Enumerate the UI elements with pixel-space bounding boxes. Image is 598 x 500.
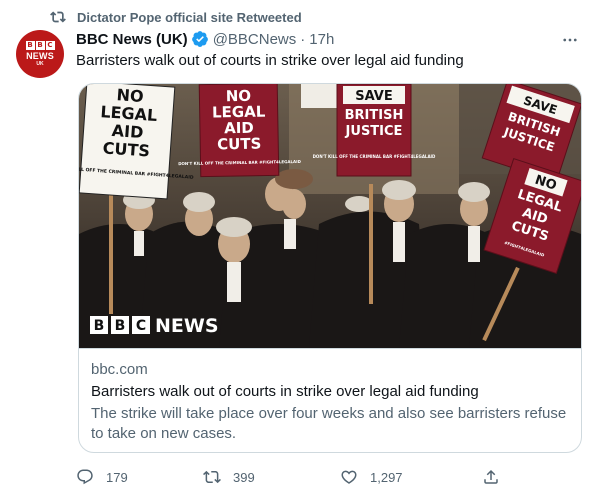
placard-text: CUTS — [217, 135, 262, 154]
avatar-letter: B — [35, 41, 45, 50]
retweet-icon — [203, 470, 221, 484]
watermark-letter: B — [94, 318, 105, 334]
bbc-logo: B B C — [25, 41, 55, 50]
tweet-actions: 179 399 1,297 — [76, 468, 510, 490]
share-button[interactable] — [482, 468, 500, 486]
avatar-news-label: NEWS — [26, 51, 54, 61]
avatar-letter: C — [45, 41, 55, 50]
card-domain: bbc.com — [91, 361, 148, 378]
placard-text: SAVE — [355, 89, 392, 104]
placard-text: JUSTICE — [345, 124, 403, 139]
reply-count: 179 — [106, 469, 128, 485]
tweet-text: Barristers walk out of courts in strike … — [76, 52, 464, 69]
separator-dot: · — [300, 30, 306, 48]
reply-button[interactable]: 179 — [76, 468, 128, 486]
more-icon — [563, 38, 577, 42]
retweet-button[interactable]: 399 — [203, 468, 255, 486]
card-image[interactable]: NO LEGAL AID CUTS DON'T KILL OFF THE CRI… — [79, 84, 581, 348]
avatar[interactable]: B B C NEWS UK — [16, 30, 64, 78]
watermark-letter: C — [136, 318, 146, 334]
placard-small-text: DON'T KILL OFF THE CRIMINAL BAR #FIGHT4L… — [313, 154, 436, 159]
placard-text: BRITISH — [345, 108, 404, 123]
like-button[interactable]: 1,297 — [340, 468, 403, 486]
link-card[interactable]: NO LEGAL AID CUTS DON'T KILL OFF THE CRI… — [78, 83, 582, 453]
card-description: The strike will take place over four wee… — [91, 405, 567, 442]
like-count: 1,297 — [370, 469, 403, 485]
verified-badge-icon — [191, 30, 209, 48]
tweet-header: BBC News (UK) @BBCNews · 17h — [76, 30, 334, 48]
retweet-text: Dictator Pope official site Retweeted — [77, 9, 302, 25]
timestamp[interactable]: 17h — [309, 31, 334, 48]
card-body[interactable]: bbc.com Barristers walk out of courts in… — [79, 348, 581, 452]
author-handle[interactable]: @BBCNews — [213, 31, 297, 48]
reply-icon — [77, 469, 93, 485]
share-icon — [484, 469, 498, 484]
retweet-indicator[interactable]: Dictator Pope official site Retweeted — [50, 9, 302, 25]
avatar-uk-label: UK — [36, 61, 44, 67]
protest-photo: NO LEGAL AID CUTS DON'T KILL OFF THE CRI… — [79, 84, 581, 348]
placard-text: CUTS — [102, 138, 150, 160]
more-options-button[interactable] — [560, 30, 580, 50]
author-name[interactable]: BBC News (UK) — [76, 31, 188, 48]
avatar-letter: B — [25, 41, 35, 50]
heart-icon — [341, 470, 357, 484]
retweet-icon — [50, 9, 66, 25]
retweet-count: 399 — [233, 469, 255, 485]
card-title: Barristers walk out of courts in strike … — [91, 383, 479, 400]
watermark-letter: B — [115, 318, 126, 334]
watermark-word: NEWS — [155, 315, 219, 337]
